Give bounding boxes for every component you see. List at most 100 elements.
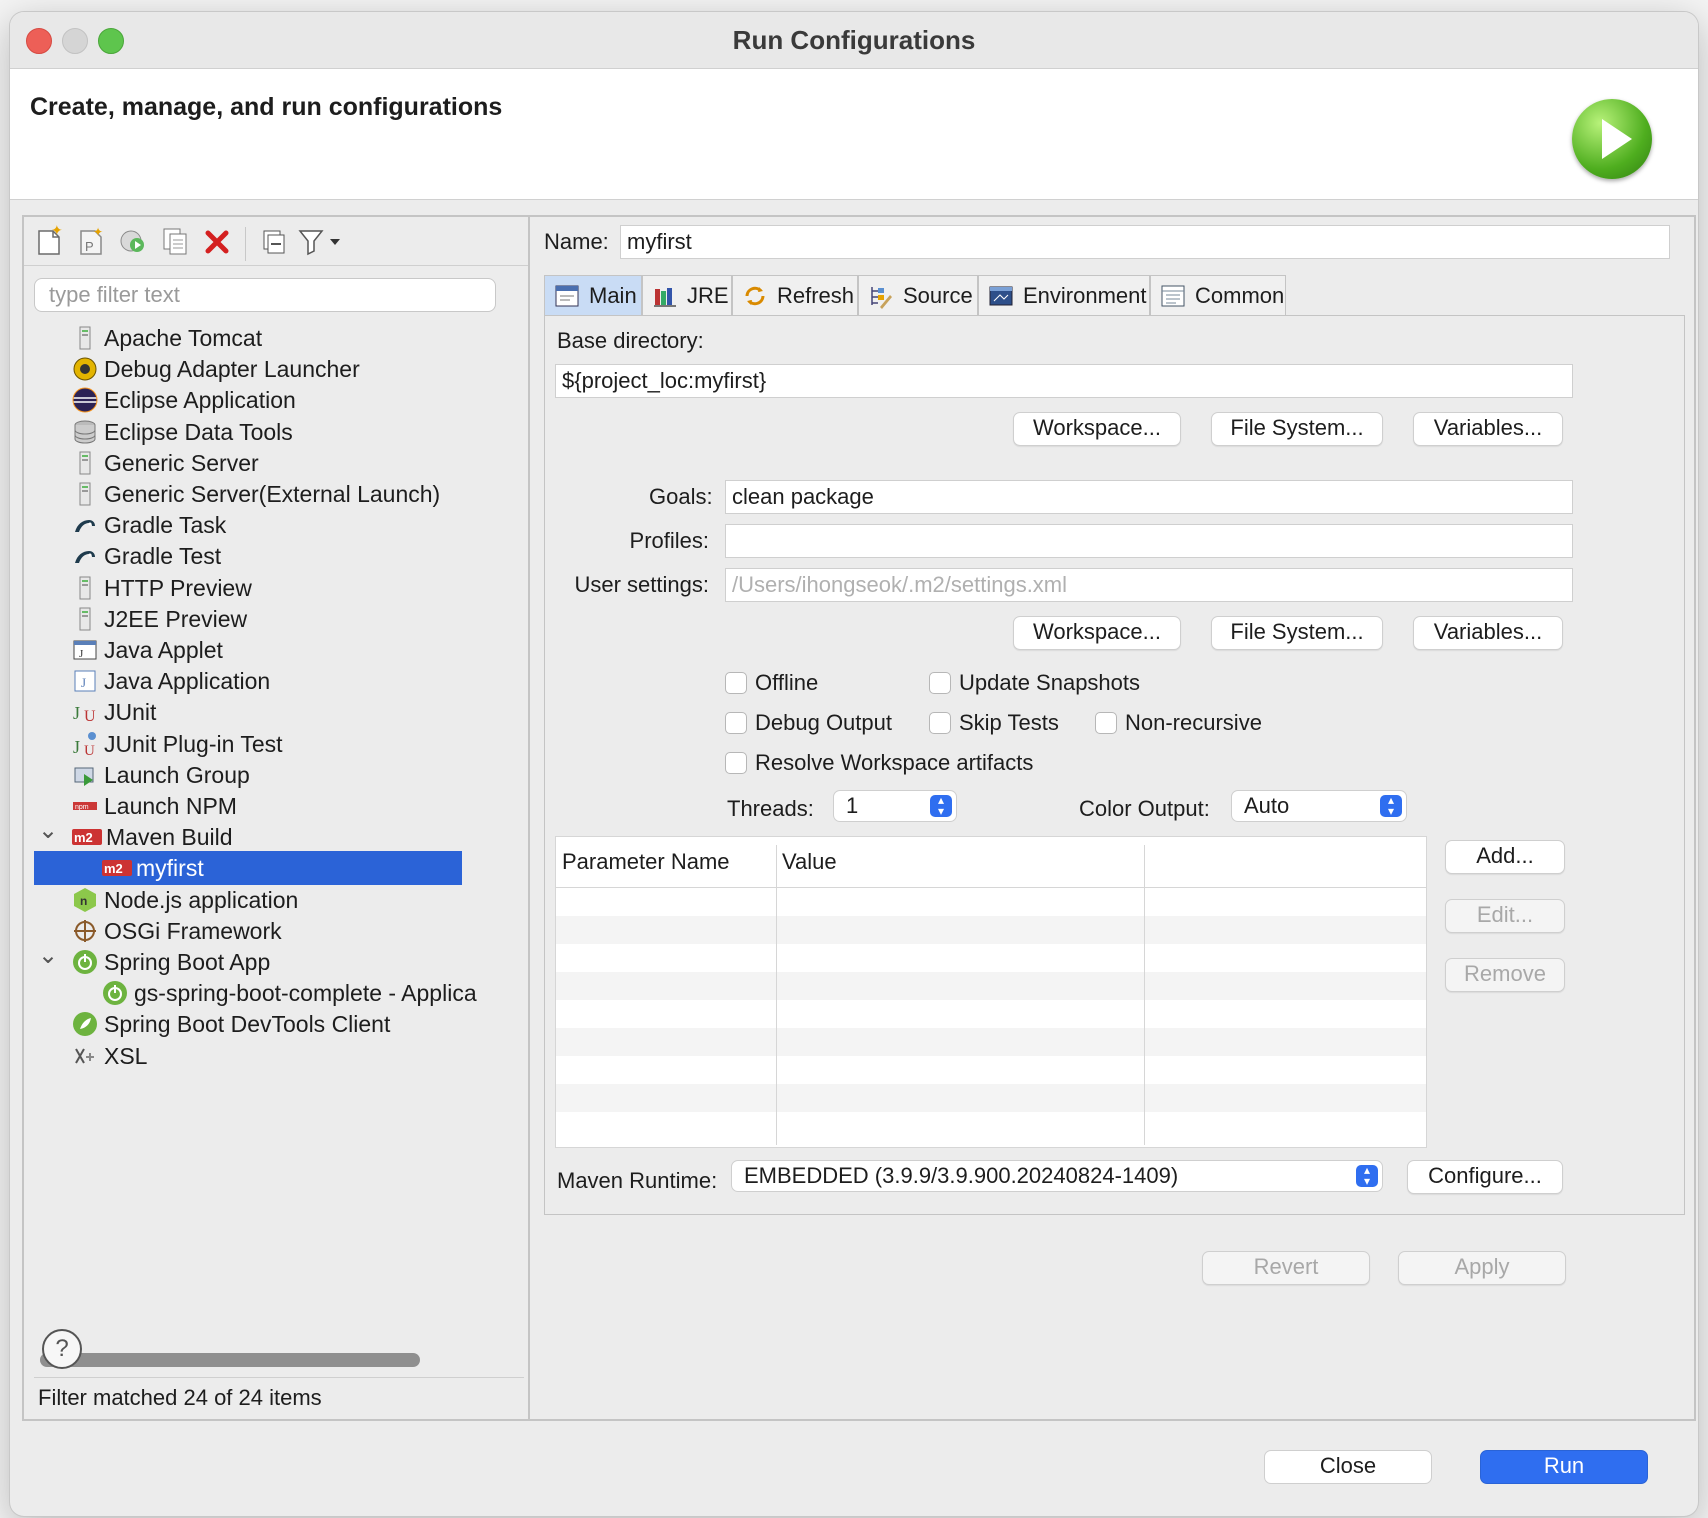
- tree-item-label: OSGi Framework: [104, 917, 282, 944]
- tab-strip: Main JRE Refresh Source Environment Comm…: [544, 275, 1683, 315]
- tree-item-java-applet[interactable]: J Java Applet: [24, 633, 504, 667]
- tab-refresh-label: Refresh: [777, 283, 855, 308]
- color-output-select[interactable]: Auto ▴ ▾: [1231, 790, 1407, 822]
- help-icon[interactable]: ?: [42, 1329, 82, 1369]
- base-workspace-button[interactable]: Workspace...: [1013, 412, 1181, 446]
- goals-label: Goals:: [649, 484, 713, 509]
- tree-item-http-preview[interactable]: HTTP Preview: [24, 571, 504, 605]
- tab-environment[interactable]: Environment: [978, 275, 1150, 315]
- horizontal-scrollbar[interactable]: [40, 1353, 420, 1367]
- tree-item-myfirst[interactable]: m2 myfirst: [34, 851, 462, 886]
- java-applet-icon: J: [72, 637, 98, 663]
- base-filesystem-button[interactable]: File System...: [1211, 412, 1383, 446]
- tree-item-label: Debug Adapter Launcher: [104, 356, 360, 383]
- tree-item-xsl[interactable]: XSL: [24, 1039, 504, 1073]
- tree-item-gradle-test[interactable]: Gradle Test: [24, 539, 504, 573]
- new-configuration-icon[interactable]: ✦: [32, 222, 66, 259]
- svg-text:U: U: [84, 743, 95, 757]
- run-button[interactable]: Run: [1480, 1450, 1648, 1484]
- tree-item-launch-npm[interactable]: npm Launch NPM: [24, 789, 504, 823]
- tree-item-osgi-framework[interactable]: OSGi Framework: [24, 914, 504, 948]
- name-field[interactable]: myfirst: [620, 225, 1670, 259]
- base-directory-label: Base directory:: [557, 328, 704, 353]
- stepper-icon: ▴ ▾: [1356, 1164, 1378, 1187]
- maven-icon: m2: [72, 824, 102, 850]
- eclipse-icon: [72, 387, 98, 413]
- tree-item-spring-boot-devtools-client[interactable]: Spring Boot DevTools Client: [24, 1007, 504, 1041]
- maven-runtime-value: EMBEDDED (3.9.9/3.9.900.20240824-1409): [744, 1163, 1179, 1188]
- svg-text:✦: ✦: [51, 225, 63, 238]
- tree-item-node-js-application[interactable]: n Node.js application: [24, 883, 504, 917]
- add-parameter-button[interactable]: Add...: [1445, 840, 1565, 874]
- tree-item-j2ee-preview[interactable]: J2EE Preview: [24, 602, 504, 636]
- configure-button[interactable]: Configure...: [1407, 1160, 1563, 1194]
- edit-parameter-button[interactable]: Edit...: [1445, 899, 1565, 933]
- tree-item-label: JUnit Plug-in Test: [104, 730, 283, 757]
- main-tab-content: Base directory: ${project_loc:myfirst} W…: [544, 315, 1685, 1215]
- parameter-name-header[interactable]: Parameter Name: [558, 837, 730, 887]
- settings-workspace-button[interactable]: Workspace...: [1013, 616, 1181, 650]
- debug-output-checkbox[interactable]: [725, 712, 747, 734]
- close-button[interactable]: Close: [1264, 1450, 1432, 1484]
- filter-input[interactable]: type filter text: [34, 278, 496, 312]
- tree-item-junit-plug-in-test[interactable]: J U JUnit Plug-in Test: [24, 727, 504, 761]
- tree-item-debug-adapter-launcher[interactable]: Debug Adapter Launcher: [24, 352, 504, 386]
- svg-text:n: n: [80, 894, 87, 908]
- settings-variables-button[interactable]: Variables...: [1413, 616, 1563, 650]
- tab-jre[interactable]: JRE: [642, 275, 732, 315]
- threads-select[interactable]: 1 ▴ ▾: [833, 790, 957, 822]
- tree-item-generic-server-external-launch[interactable]: Generic Server(External Launch): [24, 477, 504, 511]
- chevron-down-icon[interactable]: ⌄: [38, 945, 58, 973]
- base-directory-field[interactable]: ${project_loc:myfirst}: [555, 364, 1573, 398]
- tab-main[interactable]: Main: [544, 275, 642, 315]
- chevron-down-icon[interactable]: ⌄: [38, 820, 58, 848]
- tree-item-generic-server[interactable]: Generic Server: [24, 446, 504, 480]
- revert-button[interactable]: Revert: [1202, 1251, 1370, 1285]
- remove-parameter-button[interactable]: Remove: [1445, 958, 1565, 992]
- base-variables-button[interactable]: Variables...: [1413, 412, 1563, 446]
- tree-item-label: Spring Boot App: [104, 949, 271, 975]
- tree-item-gs-spring-boot-complete-applica[interactable]: gs-spring-boot-complete - Applica: [24, 976, 504, 1010]
- tab-common[interactable]: Common: [1150, 275, 1286, 315]
- color-output-label: Color Output:: [1079, 796, 1210, 821]
- skip-tests-label: Skip Tests: [959, 710, 1059, 735]
- user-settings-field[interactable]: /Users/ihongseok/.m2/settings.xml: [725, 568, 1573, 602]
- skip-tests-checkbox[interactable]: [929, 712, 951, 734]
- tab-refresh[interactable]: Refresh: [732, 275, 858, 315]
- tree-item-label: Launch Group: [104, 761, 250, 788]
- profiles-field[interactable]: [725, 524, 1573, 558]
- duplicate-icon[interactable]: [158, 225, 192, 259]
- maven-runtime-select[interactable]: EMBEDDED (3.9.9/3.9.900.20240824-1409) ▴…: [731, 1160, 1383, 1192]
- filter-status: Filter matched 24 of 24 items: [38, 1385, 322, 1410]
- stepper-icon: ▴ ▾: [1380, 794, 1402, 817]
- tree-item-apache-tomcat[interactable]: Apache Tomcat: [24, 321, 504, 355]
- filter-icon[interactable]: [296, 225, 346, 259]
- apply-button[interactable]: Apply: [1398, 1251, 1566, 1285]
- tree-item-eclipse-application[interactable]: Eclipse Application: [24, 383, 504, 417]
- tree-item-maven-build[interactable]: ⌄ m2 Maven Build: [24, 820, 504, 854]
- export-icon[interactable]: [116, 225, 150, 259]
- value-header[interactable]: Value: [778, 837, 837, 887]
- offline-checkbox[interactable]: [725, 672, 747, 694]
- table-row: [556, 1084, 1426, 1112]
- tree-item-gradle-task[interactable]: Gradle Task: [24, 508, 504, 542]
- parameter-table[interactable]: Parameter Name Value: [555, 836, 1427, 1148]
- tree-item-java-application[interactable]: J Java Application: [24, 664, 504, 698]
- tree-item-junit[interactable]: J U JUnit: [24, 695, 504, 729]
- tree-item-eclipse-data-tools[interactable]: Eclipse Data Tools: [24, 415, 504, 449]
- tree-item-launch-group[interactable]: Launch Group: [24, 758, 504, 792]
- resolve-workspace-checkbox[interactable]: [725, 752, 747, 774]
- color-output-value: Auto: [1244, 793, 1290, 818]
- tree-item-spring-boot-app[interactable]: ⌄ Spring Boot App: [24, 945, 504, 979]
- configuration-editor-panel: Name: myfirst Main JRE Refresh Source En…: [528, 215, 1696, 1421]
- source-icon: [868, 283, 894, 309]
- non-recursive-checkbox[interactable]: [1095, 712, 1117, 734]
- update-snapshots-checkbox[interactable]: [929, 672, 951, 694]
- delete-icon[interactable]: [200, 225, 234, 259]
- tab-source[interactable]: Source: [858, 275, 978, 315]
- new-prototype-icon[interactable]: P ✦: [74, 225, 108, 259]
- npm-icon: npm: [72, 793, 98, 819]
- collapse-all-icon[interactable]: [256, 225, 290, 259]
- goals-field[interactable]: clean package: [725, 480, 1573, 514]
- settings-filesystem-button[interactable]: File System...: [1211, 616, 1383, 650]
